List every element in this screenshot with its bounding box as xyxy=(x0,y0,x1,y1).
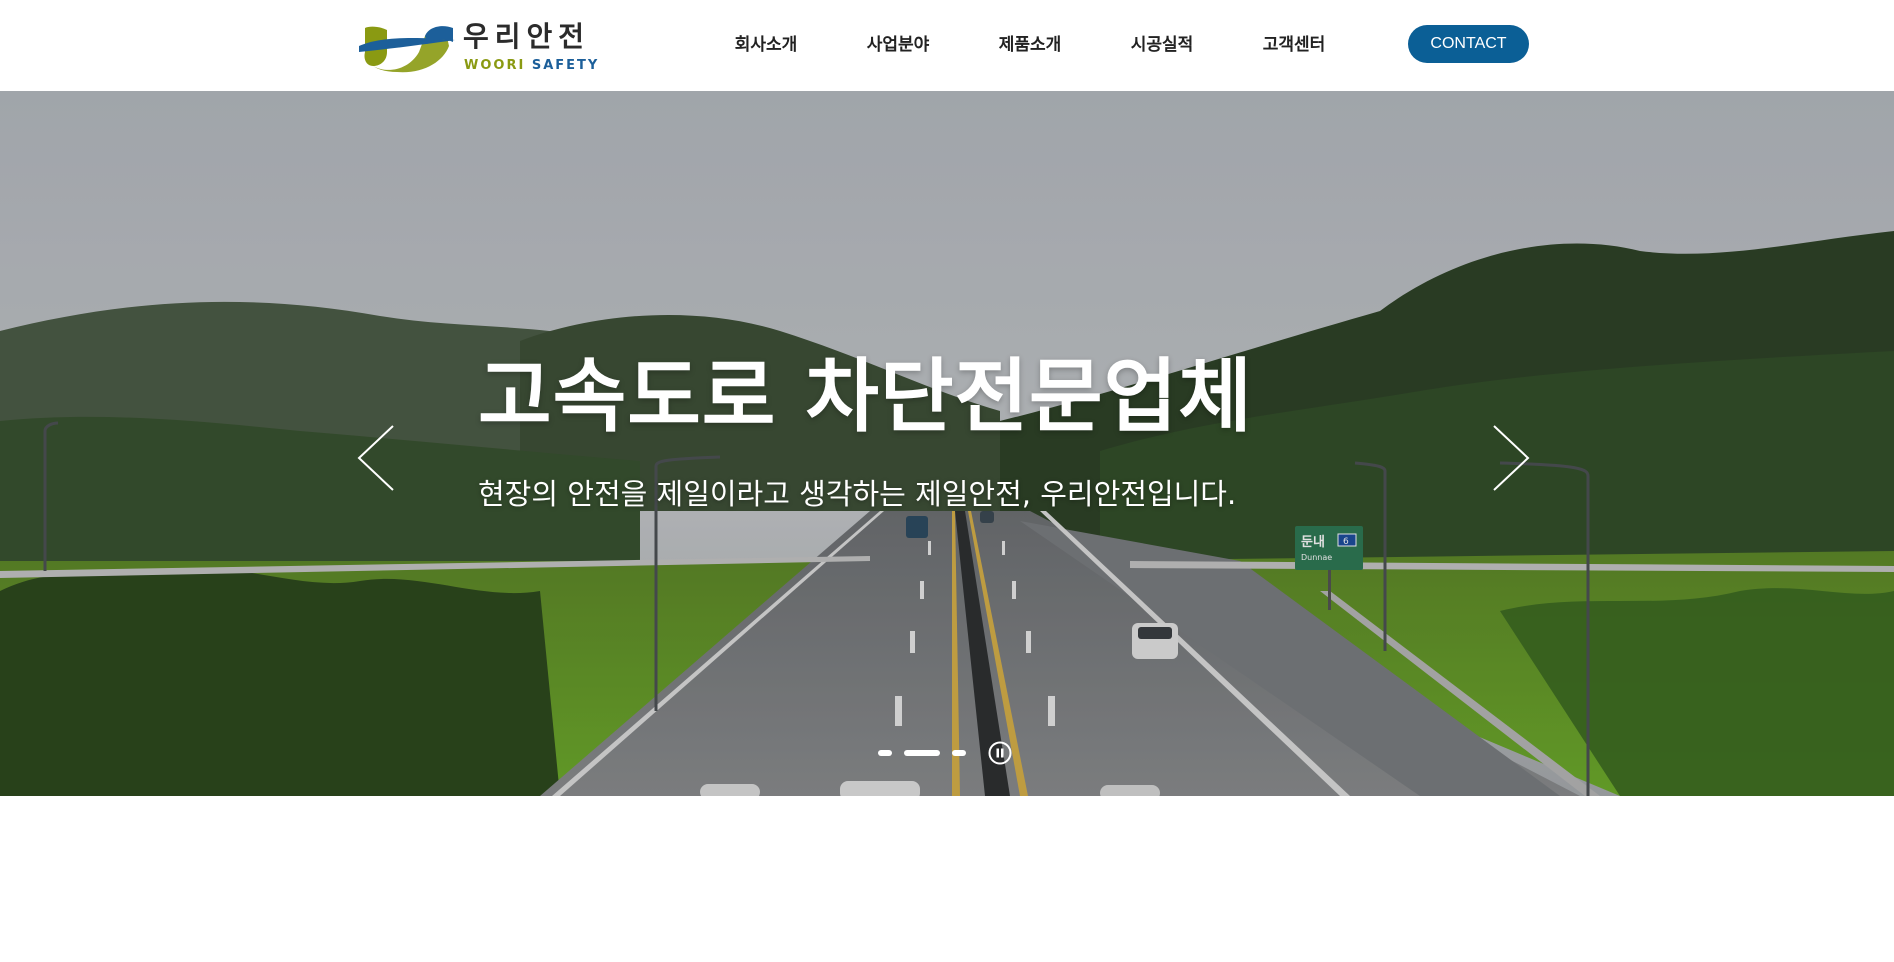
site-header: 우리안전 WOORI SAFETY 회사소개 사업분야 제품소개 시공실적 고객… xyxy=(0,0,1894,91)
chevron-left-icon[interactable] xyxy=(357,424,397,492)
nav-item-company[interactable]: 회사소개 xyxy=(700,30,832,60)
page-content-area xyxy=(0,796,1894,962)
chevron-right-icon[interactable] xyxy=(1490,424,1530,492)
nav-item-products[interactable]: 제품소개 xyxy=(964,30,1096,60)
logo-text-safety: SAFETY xyxy=(531,58,600,73)
hero-title: 고속도로 차단전문업체 xyxy=(478,350,1253,443)
contact-button[interactable]: CONTACT xyxy=(1408,25,1529,63)
slide-indicator-1[interactable] xyxy=(878,750,892,756)
site-logo[interactable]: 우리안전 WOORI SAFETY xyxy=(357,20,597,76)
slide-indicator-2-active[interactable] xyxy=(904,750,940,756)
logo-text-english: WOORI SAFETY xyxy=(464,58,599,74)
logo-text-woori: WOORI xyxy=(464,58,526,73)
hero-subtitle: 현장의 안전을 제일이라고 생각하는 제일안전, 우리안전입니다. xyxy=(478,477,1237,511)
nav-item-projects[interactable]: 시공실적 xyxy=(1096,30,1228,60)
pause-icon[interactable] xyxy=(988,741,1012,765)
nav-item-support[interactable]: 고객센터 xyxy=(1228,30,1360,60)
logo-text-korean: 우리안전 xyxy=(463,20,591,53)
slider-pagination xyxy=(878,741,1012,765)
main-nav: 회사소개 사업분야 제품소개 시공실적 고객센터 xyxy=(700,30,1360,60)
logo-mark-icon xyxy=(359,26,455,73)
nav-item-business[interactable]: 사업분야 xyxy=(832,30,964,60)
hero-slider: 둔내 Dunnae 6 고속도로 차단전문업체 현장의 안전을 제일이라고 생각… xyxy=(0,91,1894,796)
slide-indicator-3[interactable] xyxy=(952,750,966,756)
